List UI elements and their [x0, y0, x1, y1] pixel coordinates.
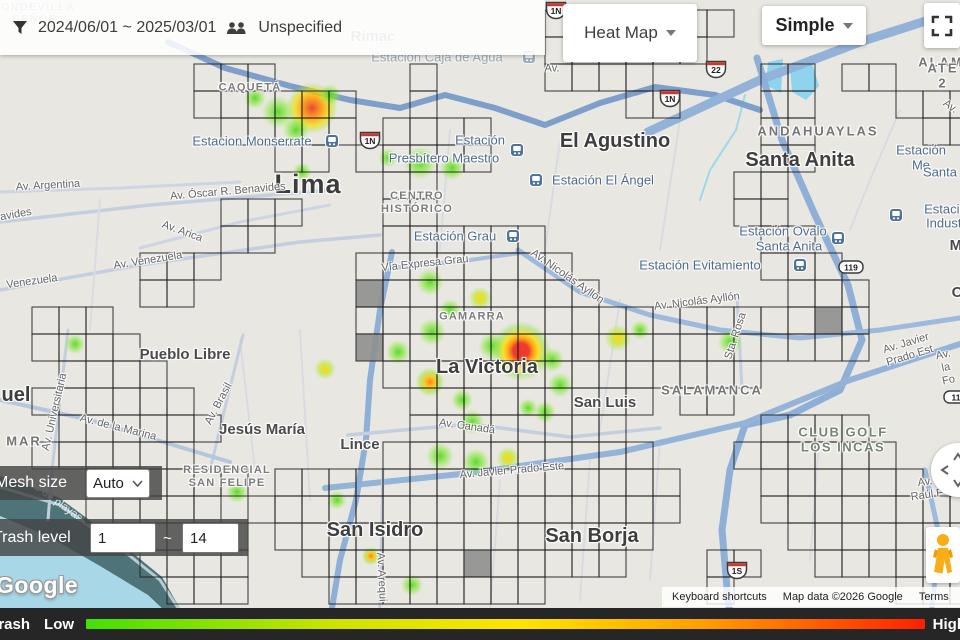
heat-map-dropdown[interactable]: Heat Map	[563, 4, 697, 62]
trash-legend-bar: Trash Low High	[0, 608, 960, 640]
mesh-grid-layer	[32, 10, 960, 604]
heat-map-label: Heat Map	[584, 23, 658, 43]
map-data-text: Map data ©2026 Google	[783, 591, 903, 603]
mesh-size-select[interactable]: Auto	[86, 469, 150, 498]
mesh-size-label: Mesh size	[0, 474, 67, 492]
legend-title: Trash	[0, 616, 30, 633]
chevron-down-icon	[843, 23, 853, 29]
fullscreen-button[interactable]	[924, 3, 960, 48]
trash-level-label: Trash level	[0, 529, 71, 547]
pan-arrows-icon	[931, 443, 960, 497]
pegman-icon	[930, 532, 956, 578]
legend-gradient-bar	[86, 619, 925, 629]
trash-level-min-input[interactable]: 1	[90, 523, 156, 553]
chevron-down-icon	[666, 30, 676, 36]
pan-control[interactable]	[931, 443, 960, 497]
map-style-dropdown[interactable]: Simple	[762, 6, 866, 45]
google-logo[interactable]: Google	[0, 572, 78, 599]
pegman-button[interactable]	[926, 527, 960, 583]
chevron-down-icon	[132, 480, 143, 487]
map-style-label: Simple	[775, 15, 834, 36]
trash-level-max-input[interactable]: 14	[182, 523, 239, 553]
filter-bar[interactable]: 2024/06/01 ~ 2025/03/01 Unspecified	[0, 0, 545, 55]
mesh-size-value: Auto	[93, 475, 124, 492]
keyboard-shortcuts-link[interactable]: Keyboard shortcuts	[672, 591, 767, 603]
date-range[interactable]: 2024/06/01 ~ 2025/03/01	[38, 19, 216, 37]
map-attribution: Keyboard shortcuts Map data ©2026 Google…	[662, 587, 960, 607]
filter-funnel-icon	[12, 20, 28, 35]
legend-high-label: High	[933, 616, 960, 633]
audience-filter[interactable]: Unspecified	[258, 19, 342, 37]
terms-link[interactable]: Terms	[919, 591, 949, 603]
people-icon	[226, 21, 248, 35]
fullscreen-icon	[931, 15, 953, 37]
trash-level-tilde: ~	[163, 530, 172, 547]
legend-low-label: Low	[44, 616, 74, 633]
